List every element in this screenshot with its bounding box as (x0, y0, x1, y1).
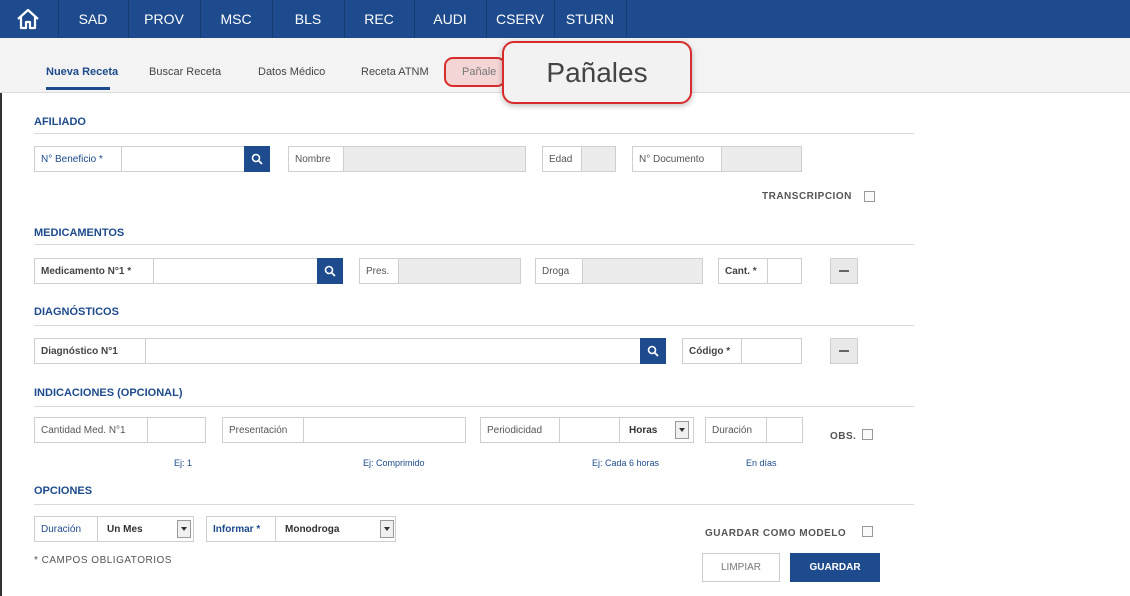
section-divider (34, 325, 914, 326)
opciones-duracion-select[interactable]: Duración Un Mes (34, 516, 194, 542)
section-divider (34, 244, 914, 245)
medicamento-field[interactable]: Medicamento N°1 * (34, 258, 320, 284)
presentacion-field[interactable]: Presentación (222, 417, 466, 443)
hint-cantidad: Ej: 1 (174, 458, 193, 468)
diagnostico-field[interactable]: Diagnóstico N°1 (34, 338, 666, 364)
section-divider (34, 133, 914, 134)
nav-item-msc[interactable]: MSC (208, 0, 264, 38)
chevron-down-icon (679, 428, 685, 432)
documento-label: N° Documento (639, 154, 705, 165)
content-left-border (0, 93, 2, 596)
nav-item-bls[interactable]: BLS (280, 0, 336, 38)
informar-label: Informar * (213, 524, 261, 535)
guardar-modelo-label: GUARDAR COMO MODELO (705, 528, 847, 539)
nav-item-sturn[interactable]: STURN (560, 0, 620, 38)
transcripcion-label: TRANSCRIPCION (762, 191, 852, 202)
section-title-afiliado: AFILIADO (34, 116, 86, 128)
tab-receta-atnm[interactable]: Receta ATNM (361, 66, 429, 78)
codigo-field[interactable]: Código * (682, 338, 802, 364)
section-divider (34, 504, 914, 505)
periodicidad-label: Periodicidad (487, 425, 543, 436)
opciones-duracion-label: Duración (41, 524, 82, 535)
search-icon (647, 345, 659, 357)
remove-diagnostico-button[interactable] (830, 338, 858, 364)
tab-panales[interactable]: Pañale (462, 66, 496, 78)
opciones-duracion-value: Un Mes (107, 524, 143, 535)
cantidad-med-label: Cantidad Med. N°1 (41, 425, 126, 436)
search-icon (251, 153, 263, 165)
periodicidad-unit-value: Horas (629, 425, 658, 436)
hint-duracion: En días (746, 458, 777, 468)
active-tab-underline (46, 87, 110, 90)
guardar-modelo-checkbox[interactable] (862, 526, 873, 537)
medicamento-label: Medicamento N°1 * (41, 266, 132, 277)
documento-field[interactable]: N° Documento (632, 146, 802, 172)
nav-item-sad[interactable]: SAD (66, 0, 120, 38)
pres-field[interactable]: Pres. (359, 258, 521, 284)
codigo-label: Código * (689, 346, 731, 357)
minus-icon (839, 270, 849, 272)
nav-item-prov[interactable]: PROV (136, 0, 192, 38)
obs-label: OBS. (830, 431, 857, 442)
hint-periodicidad: Ej: Cada 6 horas (592, 458, 660, 468)
chevron-down-icon (181, 527, 187, 531)
duracion-label: Duración (712, 425, 753, 436)
remove-medicamento-button[interactable] (830, 258, 858, 284)
cant-label: Cant. * (725, 266, 757, 277)
nav-item-cserv[interactable]: CSERV (490, 0, 550, 38)
duracion-dropdown-button[interactable] (177, 520, 191, 538)
droga-field[interactable]: Droga (535, 258, 703, 284)
top-nav-bar: SAD PROV MSC BLS REC AUDI CSERV STURN (0, 0, 1130, 38)
transcripcion-checkbox[interactable] (864, 191, 875, 202)
informar-value: Monodroga (285, 524, 340, 535)
campos-obligatorios-note: * CAMPOS OBLIGATORIOS (34, 555, 172, 566)
nav-item-rec[interactable]: REC (352, 0, 406, 38)
medicamento-search-button[interactable] (317, 258, 343, 284)
diagnostico-label: Diagnóstico N°1 (41, 346, 118, 357)
cantidad-med-field[interactable]: Cantidad Med. N°1 (34, 417, 206, 443)
hint-presentacion: Ej: Comprimido (363, 458, 425, 468)
informar-select[interactable]: Informar * Monodroga (206, 516, 396, 542)
search-icon (324, 265, 336, 277)
nav-item-audi[interactable]: AUDI (422, 0, 478, 38)
edad-label: Edad (549, 154, 573, 165)
home-icon (17, 8, 39, 30)
section-title-diagnosticos: DIAGNÓSTICOS (34, 306, 119, 318)
obs-checkbox[interactable] (862, 429, 873, 440)
tab-datos-medico[interactable]: Datos Médico (258, 66, 325, 78)
periodicidad-dropdown-button[interactable] (675, 421, 689, 439)
section-title-opciones: OPCIONES (34, 485, 93, 497)
minus-icon (839, 350, 849, 352)
tab-buscar-receta[interactable]: Buscar Receta (149, 66, 221, 78)
chevron-down-icon (384, 527, 390, 531)
nombre-field[interactable]: Nombre (288, 146, 526, 172)
presentacion-label: Presentación (229, 425, 288, 436)
nombre-label: Nombre (295, 154, 331, 165)
pres-label: Pres. (366, 266, 390, 277)
duracion-field[interactable]: Duración (705, 417, 803, 443)
beneficio-search-button[interactable] (244, 146, 270, 172)
edad-field[interactable]: Edad (542, 146, 616, 172)
limpiar-button[interactable]: LIMPIAR (702, 553, 780, 582)
droga-label: Droga (542, 266, 570, 277)
section-title-indicaciones: INDICACIONES (OPCIONAL) (34, 387, 183, 399)
informar-dropdown-button[interactable] (380, 520, 394, 538)
home-button[interactable] (8, 4, 48, 34)
beneficio-field[interactable]: N° Beneficio * (34, 146, 270, 172)
periodicidad-field[interactable]: Periodicidad Horas (480, 417, 694, 443)
tab-nueva-receta[interactable]: Nueva Receta (46, 66, 118, 78)
guardar-button[interactable]: GUARDAR (790, 553, 880, 582)
beneficio-label: N° Beneficio * (41, 154, 103, 165)
section-title-medicamentos: MEDICAMENTOS (34, 227, 125, 239)
panales-callout: Pañales (502, 41, 692, 104)
section-divider (34, 406, 914, 407)
cant-field[interactable]: Cant. * (718, 258, 802, 284)
diagnostico-search-button[interactable] (640, 338, 666, 364)
